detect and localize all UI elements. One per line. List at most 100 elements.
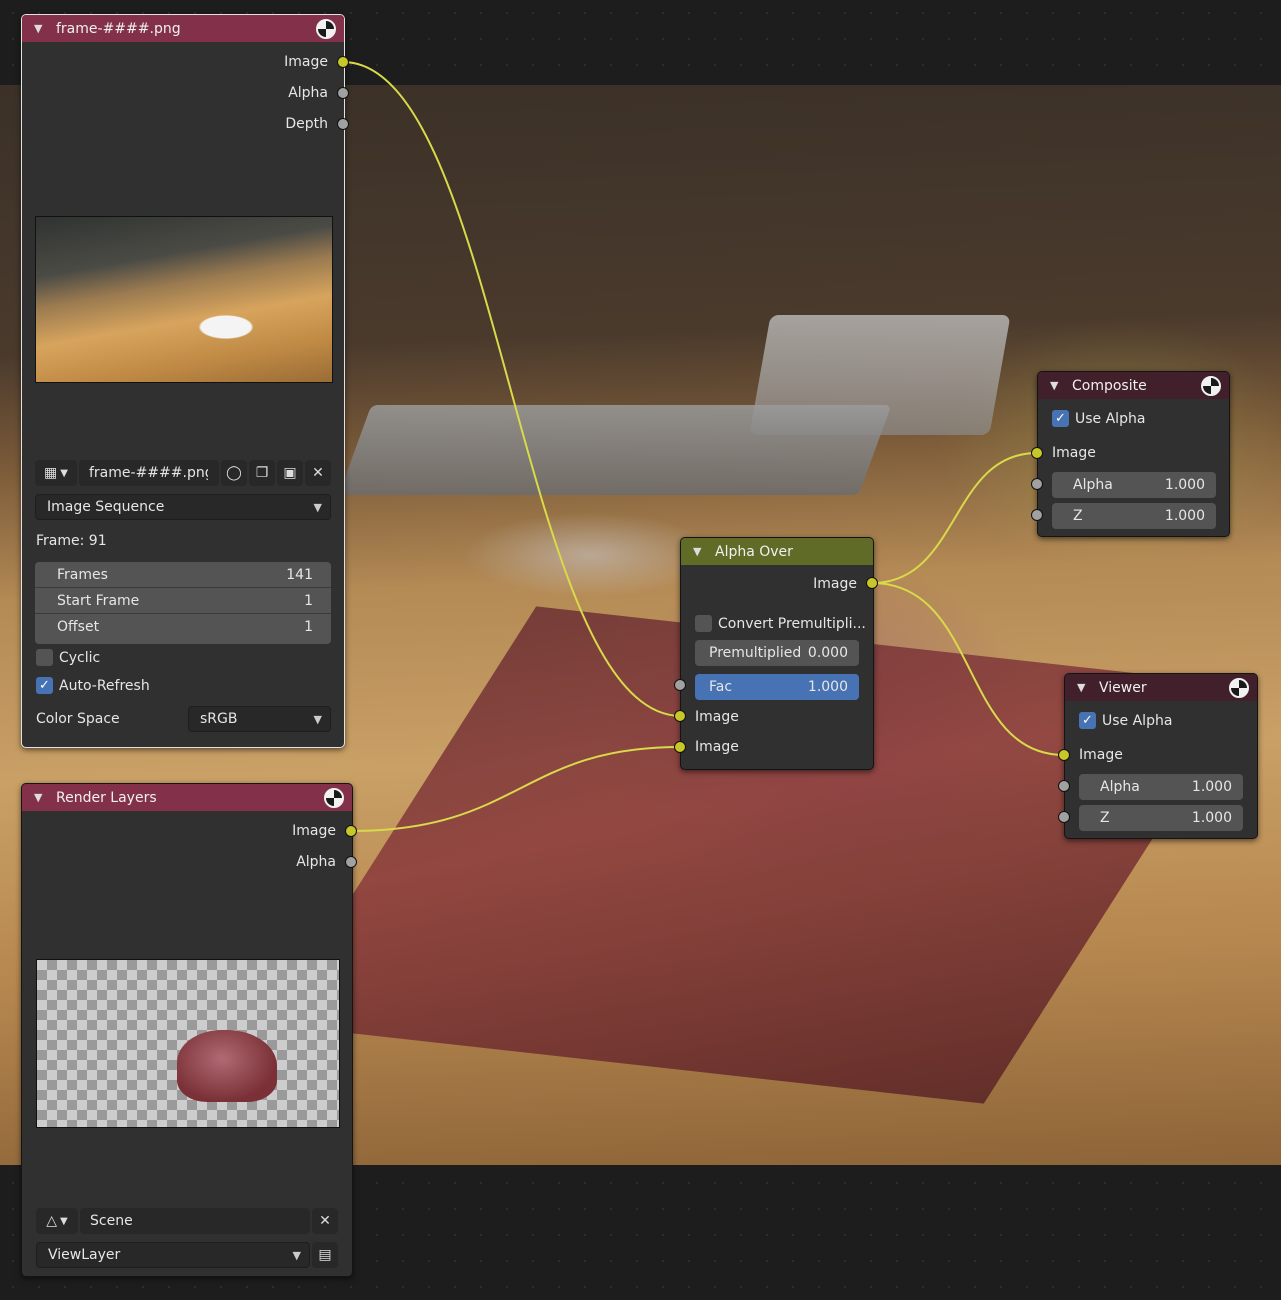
alpha-field[interactable]: Alpha 1.000 <box>1052 472 1216 498</box>
chevron-down-icon: ▼ <box>292 1248 301 1262</box>
image-icon: ▦ <box>44 465 58 481</box>
checkbox-box[interactable] <box>36 649 53 666</box>
globe-checker-icon <box>1201 375 1221 396</box>
alpha-field[interactable]: Alpha 1.000 <box>1079 774 1243 800</box>
output-label-image: Image <box>292 823 336 839</box>
viewer-title: Viewer <box>1099 679 1147 696</box>
globe-checker-icon <box>316 18 336 39</box>
close-icon: ✕ <box>312 465 324 481</box>
input-socket-alpha[interactable] <box>1031 478 1043 490</box>
view-layer-dropdown[interactable]: ViewLayer ▼ <box>36 1242 310 1268</box>
color-space-dropdown[interactable]: sRGB ▼ <box>188 706 331 732</box>
viewer-node[interactable]: ▼ Viewer ✓ Use Alpha Image Alpha 1.000 Z… <box>1064 673 1258 839</box>
chevron-down-icon[interactable]: ▼ <box>34 22 50 35</box>
render-layers-title: Render Layers <box>56 789 157 806</box>
checkmark-icon[interactable]: ✓ <box>1079 712 1096 729</box>
output-label-image: Image <box>813 576 857 592</box>
scene-browse-button[interactable]: △ ▼ <box>36 1208 78 1234</box>
frames-field[interactable]: Frames 141 <box>35 562 331 588</box>
scene-icon: △ <box>46 1213 58 1229</box>
output-socket-image[interactable] <box>337 56 349 68</box>
chevron-down-icon: ▼ <box>60 467 68 479</box>
composite-header[interactable]: ▼ Composite <box>1038 372 1229 399</box>
checkbox-box[interactable] <box>695 615 712 632</box>
viewer-header[interactable]: ▼ Viewer <box>1065 674 1257 701</box>
input-socket-image-1[interactable] <box>674 710 686 722</box>
render-layer-button[interactable]: ▤ <box>312 1242 338 1268</box>
output-label-image: Image <box>284 54 328 70</box>
offset-field[interactable]: Offset 1 <box>35 614 331 640</box>
alpha-over-title: Alpha Over <box>715 543 793 560</box>
chevron-down-icon[interactable]: ▼ <box>1077 681 1093 694</box>
cyclic-checkbox[interactable]: Cyclic <box>36 649 100 666</box>
image-node-header[interactable]: ▼ frame-####.png <box>22 15 344 42</box>
image-browse-button[interactable]: ▦ ▼ <box>35 460 77 486</box>
use-alpha-checkbox[interactable]: ✓ Use Alpha <box>1079 712 1172 729</box>
output-socket-depth[interactable] <box>337 118 349 130</box>
checkmark-icon[interactable]: ✓ <box>1052 410 1069 427</box>
checkmark-icon[interactable]: ✓ <box>36 677 53 694</box>
input-socket-fac[interactable] <box>674 679 686 691</box>
frame-label: Frame: 91 <box>36 533 107 549</box>
input-label-image-1: Image <box>695 709 739 725</box>
duplicate-icon: ❐ <box>255 465 269 481</box>
use-alpha-checkbox[interactable]: ✓ Use Alpha <box>1052 410 1145 427</box>
unlink-image-button[interactable]: ✕ <box>305 460 331 486</box>
image-node[interactable]: ▼ frame-####.png Image Alpha Depth ▦ ▼ fr… <box>21 14 345 748</box>
input-label-image: Image <box>1079 747 1123 763</box>
z-field[interactable]: Z 1.000 <box>1052 503 1216 529</box>
image-node-title: frame-####.png <box>56 20 181 37</box>
premultiplied-field[interactable]: Premultiplied 0.000 <box>695 640 859 666</box>
source-dropdown[interactable]: Image Sequence ▼ <box>35 494 331 520</box>
render-layer-icon: ▤ <box>318 1247 332 1263</box>
output-socket-alpha[interactable] <box>345 856 357 868</box>
input-socket-image[interactable] <box>1058 749 1070 761</box>
input-socket-z[interactable] <box>1058 811 1070 823</box>
alpha-over-node[interactable]: ▼ Alpha Over Image Convert Premultipli..… <box>680 537 874 770</box>
frame-settings-group: Frames 141 Start Frame 1 Offset 1 <box>35 562 331 644</box>
input-socket-z[interactable] <box>1031 509 1043 521</box>
input-label-image-2: Image <box>695 739 739 755</box>
image-preview <box>35 216 333 383</box>
scene-field[interactable]: Scene <box>80 1208 310 1234</box>
auto-refresh-checkbox[interactable]: ✓ Auto-Refresh <box>36 677 150 694</box>
chevron-down-icon[interactable]: ▼ <box>1050 379 1066 392</box>
z-field[interactable]: Z 1.000 <box>1079 805 1243 831</box>
chevron-down-icon: ▼ <box>313 500 322 514</box>
chevron-down-icon[interactable]: ▼ <box>34 791 50 804</box>
render-preview-object <box>177 1030 277 1102</box>
input-socket-image-2[interactable] <box>674 741 686 753</box>
convert-premultiplied-checkbox[interactable]: Convert Premultipli... <box>695 615 866 632</box>
composite-title: Composite <box>1072 377 1147 394</box>
globe-checker-icon <box>1229 677 1249 698</box>
input-socket-image[interactable] <box>1031 447 1043 459</box>
output-label-alpha: Alpha <box>288 85 328 101</box>
open-image-button[interactable]: ▣ <box>277 460 303 486</box>
alpha-over-header[interactable]: ▼ Alpha Over <box>681 538 873 565</box>
output-label-depth: Depth <box>285 116 328 132</box>
output-label-alpha: Alpha <box>296 854 336 870</box>
image-name-field[interactable]: frame-####.png <box>79 460 219 486</box>
output-socket-alpha[interactable] <box>337 87 349 99</box>
backdrop-robot <box>749 315 1011 435</box>
render-layers-node[interactable]: ▼ Render Layers Image Alpha △ ▼ Scene ✕ V… <box>21 783 353 1277</box>
folder-icon: ▣ <box>283 465 297 481</box>
color-space-label: Color Space <box>36 711 120 727</box>
chevron-down-icon[interactable]: ▼ <box>693 545 709 558</box>
composite-node[interactable]: ▼ Composite ✓ Use Alpha Image Alpha 1.00… <box>1037 371 1230 537</box>
input-socket-alpha[interactable] <box>1058 780 1070 792</box>
render-layers-header[interactable]: ▼ Render Layers <box>22 784 352 811</box>
output-socket-image[interactable] <box>345 825 357 837</box>
start-frame-field[interactable]: Start Frame 1 <box>35 588 331 614</box>
shield-icon: ◯ <box>226 465 242 481</box>
render-preview <box>36 959 340 1128</box>
duplicate-button[interactable]: ❐ <box>249 460 275 486</box>
chevron-down-icon: ▼ <box>60 1215 68 1227</box>
chevron-down-icon: ▼ <box>313 712 322 726</box>
fac-slider[interactable]: Fac 1.000 <box>695 674 859 700</box>
input-label-image: Image <box>1052 445 1096 461</box>
close-icon: ✕ <box>319 1213 331 1229</box>
unlink-scene-button[interactable]: ✕ <box>312 1208 338 1234</box>
fake-user-button[interactable]: ◯ <box>221 460 247 486</box>
output-socket-image[interactable] <box>866 577 878 589</box>
